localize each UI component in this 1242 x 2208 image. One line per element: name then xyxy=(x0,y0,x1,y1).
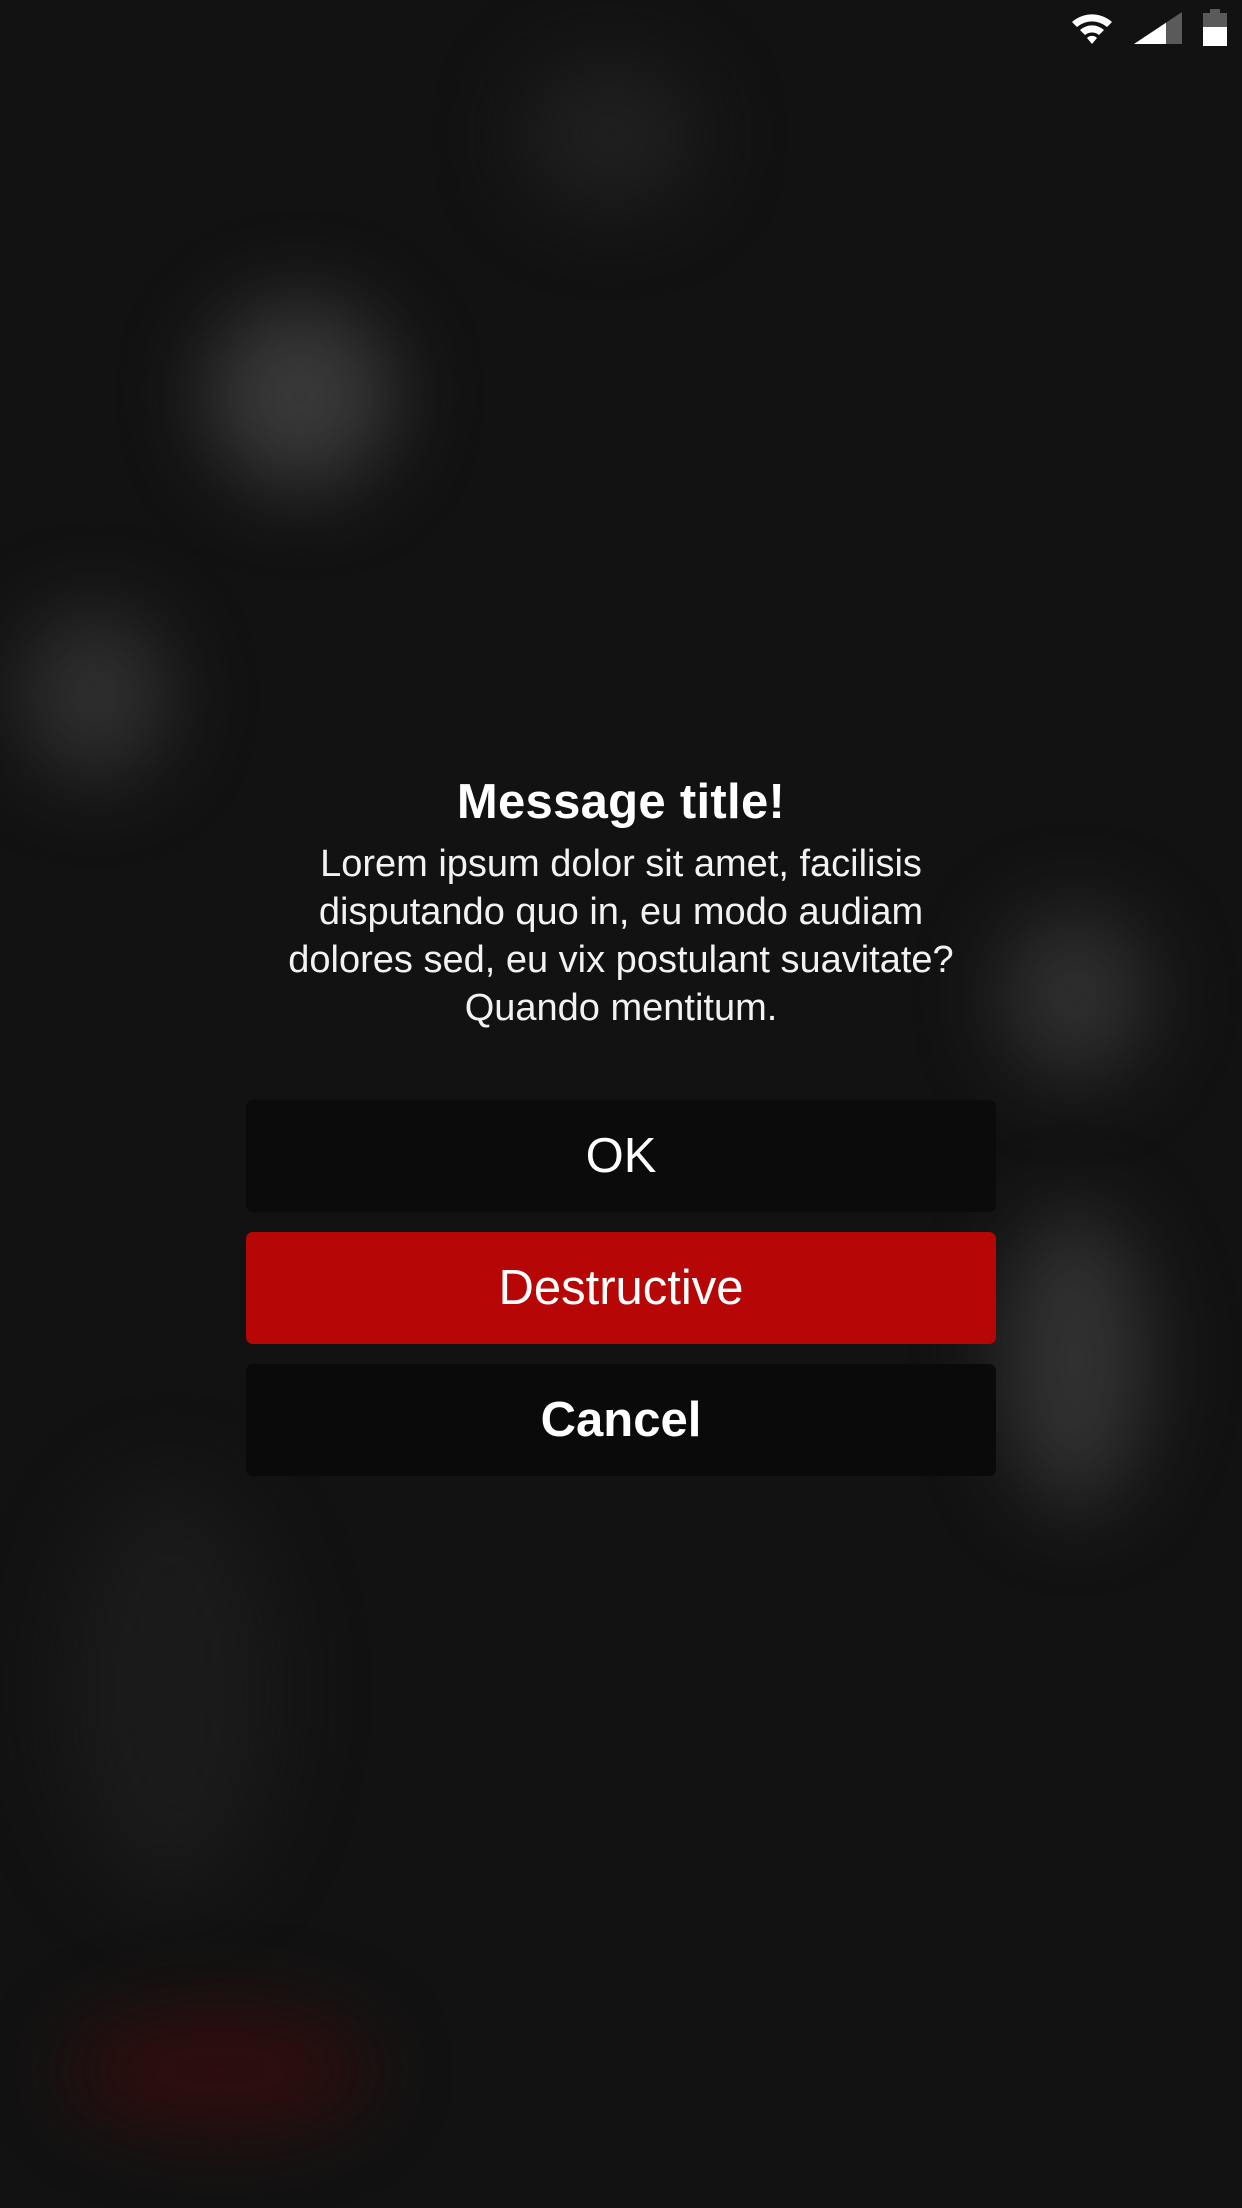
dialog-buttons: OK Destructive Cancel xyxy=(246,1100,996,1476)
dialog-title: Message title! xyxy=(456,775,786,829)
cellular-signal-icon xyxy=(1134,12,1182,44)
background-blur xyxy=(1000,1210,1150,1510)
wifi-icon xyxy=(1072,14,1112,44)
background-blur xyxy=(1000,910,1150,1080)
dialog-message: Lorem ipsum dolor sit amet, facilisis di… xyxy=(288,843,954,1029)
ok-button[interactable]: OK xyxy=(246,1100,996,1212)
alert-dialog: Message title! Lorem ipsum dolor sit ame… xyxy=(246,770,996,1476)
background-blur xyxy=(520,60,700,210)
background-blur xyxy=(205,300,395,490)
background-blur xyxy=(20,610,170,780)
battery-icon xyxy=(1203,9,1227,46)
cancel-button[interactable]: Cancel xyxy=(246,1364,996,1476)
screen: Message title! Lorem ipsum dolor sit ame… xyxy=(0,0,1242,2208)
background-blur xyxy=(60,1480,280,1900)
background-blur xyxy=(70,2010,370,2130)
status-bar xyxy=(1070,0,1242,56)
destructive-button[interactable]: Destructive xyxy=(246,1232,996,1344)
